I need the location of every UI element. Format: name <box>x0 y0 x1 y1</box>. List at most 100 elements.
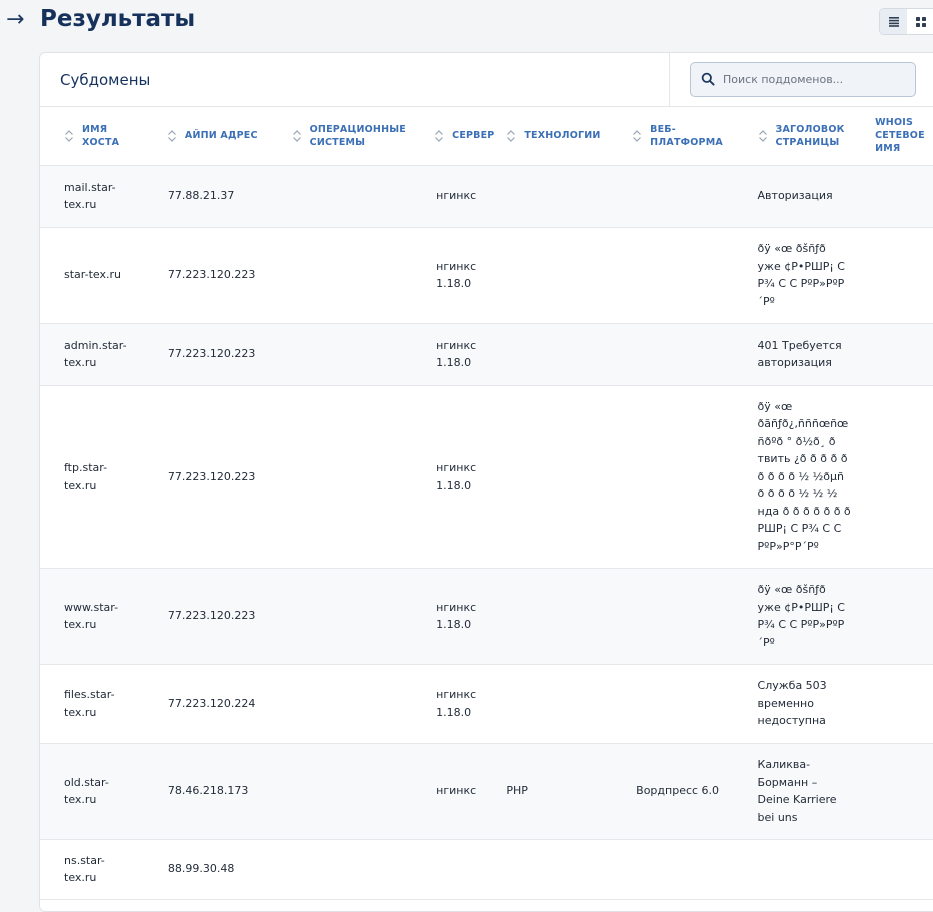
cell-text: Служба 503 временно недоступна <box>757 679 827 728</box>
cell-tech <box>504 227 630 323</box>
cell-server: нгинкс 1.18.0 <box>414 385 504 568</box>
cell-page-title: ðÿ «œ ðšñƒð уже ¢Р•РШР¡ С Р¾ С С РºР»РºР… <box>752 568 876 664</box>
cell-platform <box>630 664 751 743</box>
cell-text: 77.223.120.223 <box>167 609 256 623</box>
card-title: Субдомены <box>60 71 151 89</box>
cell-text: нгинкс 1.18.0 <box>436 688 477 719</box>
cell-text: Вордпресс 6.0 <box>636 784 720 798</box>
cell-platform <box>630 385 751 568</box>
cell-whois <box>875 227 933 323</box>
sort-icon[interactable] <box>434 129 444 143</box>
sort-icon[interactable] <box>758 129 768 143</box>
table-row[interactable]: admin.star- tex.ru 77.223.120.223 нгинкс 1… <box>40 323 933 385</box>
sort-icon[interactable] <box>167 129 177 143</box>
cell-text: 77.223.120.224 <box>167 696 256 710</box>
page-header: → Результаты <box>0 0 933 44</box>
table-row[interactable]: old.star- tex.ru 78.46.218.173 нгинкс PHP Во… <box>40 743 933 839</box>
column-header-tech[interactable]: ТЕХНОЛОГИИ <box>504 107 630 165</box>
table-body: mail.star- tex.ru 77.88.21.37 нгинкс Автори… <box>40 165 933 899</box>
cell-os <box>292 743 414 839</box>
search-box <box>690 62 916 97</box>
cell-platform <box>630 839 751 899</box>
cell-text: admin.star- tex.ru <box>64 338 127 370</box>
subdomains-card: Субдомены ИМЯ ХОСТА АЙПИ АДРЕС ОПЕРАЦИОННЫ… <box>39 52 933 912</box>
cell-text: нгинкс 1.18.0 <box>436 259 477 291</box>
back-arrow-icon[interactable]: → <box>6 9 24 31</box>
cell-server: нгинкс 1.18.0 <box>414 664 504 743</box>
column-label: ОПЕРАЦИОННЫЕ СИСТЕМЫ <box>309 123 406 148</box>
cell-text: 77.223.120.223 <box>167 347 256 361</box>
cell-tech <box>504 323 630 385</box>
sort-icon[interactable] <box>64 129 74 143</box>
column-header-host[interactable]: ИМЯ ХОСТА <box>40 107 147 165</box>
sort-icon[interactable] <box>632 129 642 143</box>
sort-icon[interactable] <box>506 129 516 143</box>
cell-text: 77.223.120.223 <box>167 469 256 483</box>
cell-platform <box>630 323 751 385</box>
cell-whois <box>875 385 933 568</box>
cell-ip: 77.223.120.223 <box>147 323 292 385</box>
cell-text: 78.46.218.173 <box>167 784 249 798</box>
cell-server <box>414 839 504 899</box>
cell-os <box>292 664 414 743</box>
cell-ip: 78.46.218.173 <box>147 743 292 839</box>
cell-text: PHP <box>506 784 528 798</box>
cell-os <box>292 839 414 899</box>
cell-text: нгинкс 1.18.0 <box>436 338 477 370</box>
column-label: WHOIS СЕТЕВОЕ ИМЯ <box>875 117 925 155</box>
table-row[interactable]: www.star- tex.ru 77.223.120.223 нгинкс 1.1… <box>40 568 933 664</box>
cell-ip: 77.88.21.37 <box>147 165 292 227</box>
cell-whois <box>875 165 933 227</box>
table-row[interactable]: ns.star- tex.ru 88.99.30.48 <box>40 839 933 899</box>
cell-page-title: ðÿ «œ ðšñƒð уже ¢Р•РШР¡ С Р¾ С С РºР»РºР… <box>752 227 876 323</box>
column-label: ЗАГОЛОВОК СТРАНИЦЫ <box>775 123 845 148</box>
search-input[interactable] <box>723 63 909 96</box>
cell-server: нгинкс 1.18.0 <box>414 568 504 664</box>
cell-whois <box>875 839 933 899</box>
cell-host: ns.star- tex.ru <box>40 839 147 899</box>
column-header-page-title[interactable]: ЗАГОЛОВОК СТРАНИЦЫ <box>752 107 876 165</box>
column-label: ВЕБ- ПЛАТФОРМА <box>650 123 723 148</box>
cell-host: star-tex.ru <box>40 227 147 323</box>
table-header-row: ИМЯ ХОСТА АЙПИ АДРЕС ОПЕРАЦИОННЫЕ СИСТЕМЫ С… <box>40 107 933 165</box>
cell-text: ðÿ «œ ðšñƒð уже ¢Р•РШР¡ С Р¾ С С РºР»РºР… <box>757 583 845 649</box>
grid-view-button[interactable] <box>907 9 933 34</box>
cell-ip: 88.99.30.48 <box>147 839 292 899</box>
cell-page-title: Служба 503 временно недоступна <box>752 664 876 743</box>
cell-tech <box>504 165 630 227</box>
cell-host: old.star- tex.ru <box>40 743 147 839</box>
table-row[interactable]: star-tex.ru 77.223.120.223 нгинкс 1.18.0 ðÿ… <box>40 227 933 323</box>
table-row[interactable]: mail.star- tex.ru 77.88.21.37 нгинкс Автори… <box>40 165 933 227</box>
column-label: АЙПИ АДРЕС <box>184 130 258 142</box>
cell-os <box>292 323 414 385</box>
column-header-platform[interactable]: ВЕБ- ПЛАТФОРМА <box>630 107 751 165</box>
cell-page-title: ðÿ «œ ðãñƒð¿‚ñññœñœ ñðºð ° ð½ð¸ ð твить … <box>752 385 876 568</box>
table-row[interactable]: files.star- tex.ru 77.223.120.224 нгинкс 1… <box>40 664 933 743</box>
cell-text: old.star- tex.ru <box>64 775 109 807</box>
list-view-button[interactable] <box>880 9 907 34</box>
cell-text: 77.88.21.37 <box>167 189 235 203</box>
cell-tech <box>504 839 630 899</box>
card-header: Субдомены <box>40 53 933 107</box>
cell-whois <box>875 743 933 839</box>
cell-page-title: Авторизация <box>752 165 876 227</box>
column-label: ИМЯ ХОСТА <box>82 123 120 148</box>
column-header-server[interactable]: СЕРВЕР <box>414 107 504 165</box>
column-label: СЕРВЕР <box>452 130 495 142</box>
cell-platform: Вордпресс 6.0 <box>630 743 751 839</box>
cell-host: admin.star- tex.ru <box>40 323 147 385</box>
cell-page-title <box>752 839 876 899</box>
sort-icon[interactable] <box>292 129 302 143</box>
cell-server: нгинкс <box>414 165 504 227</box>
column-header-whois-net-name[interactable]: WHOIS СЕТЕВОЕ ИМЯ <box>875 107 933 165</box>
column-header-ip[interactable]: АЙПИ АДРЕС <box>147 107 292 165</box>
column-header-os[interactable]: ОПЕРАЦИОННЫЕ СИСТЕМЫ <box>292 107 414 165</box>
table-row[interactable]: ftp.star- tex.ru 77.223.120.223 нгинкс 1.1… <box>40 385 933 568</box>
cell-whois <box>875 568 933 664</box>
cell-whois <box>875 323 933 385</box>
cell-text: нгинкс <box>436 784 477 798</box>
cell-text: 77.223.120.223 <box>167 268 256 282</box>
cell-text: star-tex.ru <box>64 268 121 282</box>
search-icon <box>701 72 715 86</box>
cell-text: files.star- tex.ru <box>64 688 115 719</box>
